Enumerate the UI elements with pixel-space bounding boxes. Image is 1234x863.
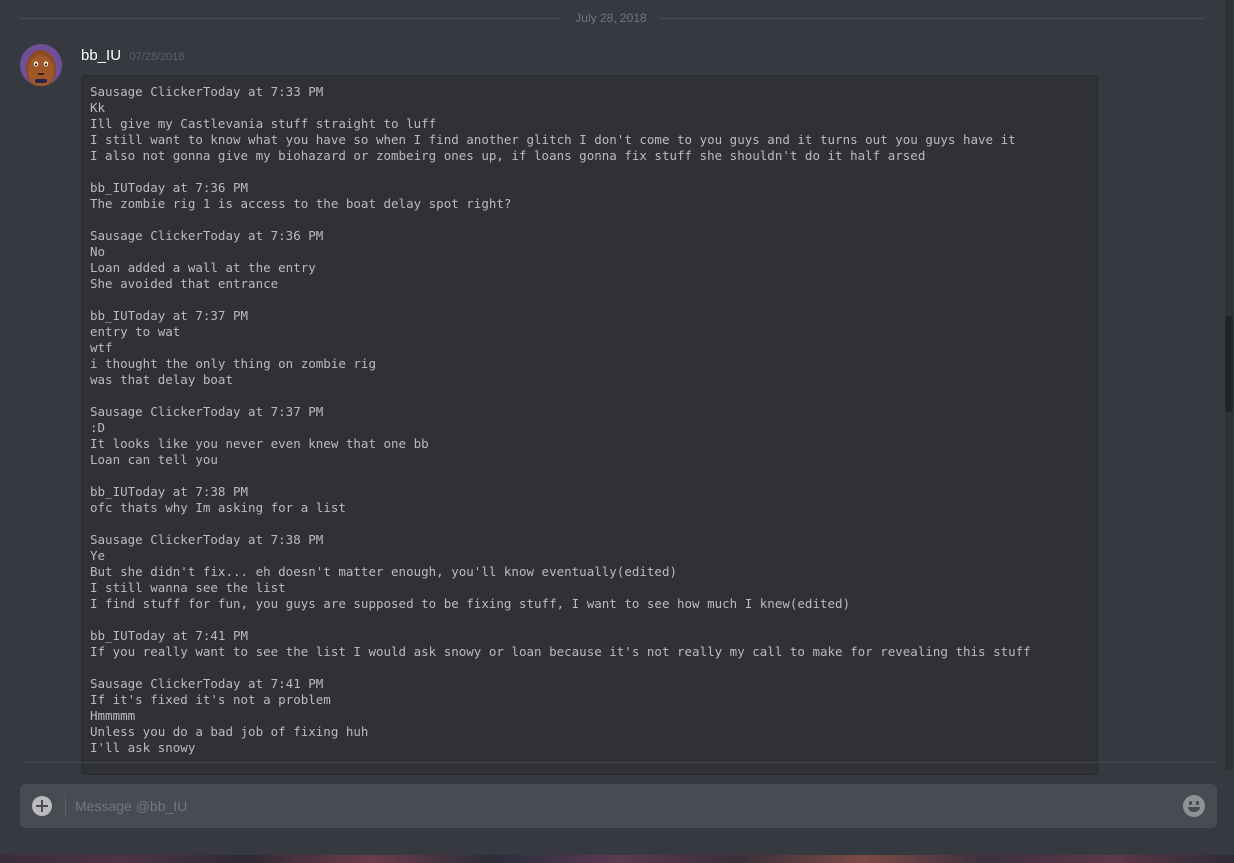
- code-line: She avoided that entrance: [90, 276, 279, 291]
- code-line: Kk: [90, 100, 106, 115]
- author-name[interactable]: bb_IU: [81, 47, 121, 64]
- code-block: Sausage ClickerToday at 7:33 PM Kk Ill giv…: [81, 75, 1098, 775]
- plus-circle-icon[interactable]: [32, 796, 52, 816]
- code-line: I still want to know what you have so wh…: [90, 132, 1016, 147]
- code-line: Sausage ClickerToday at 7:33 PM: [90, 84, 324, 99]
- code-line: Sausage ClickerToday at 7:38 PM: [90, 532, 324, 547]
- compose-separator: [65, 794, 66, 818]
- emoji-eye-right: [1196, 801, 1199, 805]
- code-line: Ye: [90, 548, 106, 563]
- code-line: I find stuff for fun, you guys are suppo…: [90, 596, 851, 611]
- code-line: No: [90, 244, 106, 259]
- code-line: Sausage ClickerToday at 7:36 PM: [90, 228, 324, 243]
- code-line: Unless you do a bad job of fixing huh: [90, 724, 369, 739]
- code-line: If you really want to see the list I wou…: [90, 644, 1031, 659]
- avatar-image: [20, 44, 62, 86]
- code-line: Sausage ClickerToday at 7:41 PM: [90, 676, 324, 691]
- avatar[interactable]: [20, 44, 62, 86]
- code-line: If it's fixed it's not a problem: [90, 692, 331, 707]
- divider-line-left: [20, 18, 562, 19]
- code-line: I still wanna see the list: [90, 580, 286, 595]
- code-line: Loan can tell you: [90, 452, 218, 467]
- code-line: ofc thats why Im asking for a list: [90, 500, 346, 515]
- code-line: Loan added a wall at the entry: [90, 260, 316, 275]
- code-line: bb_IUToday at 7:36 PM: [90, 180, 249, 195]
- chat-window: July 28, 2018 bb_IU 07/28/2018 Sausage C…: [0, 0, 1234, 863]
- code-line: bb_IUToday at 7:37 PM: [90, 308, 249, 323]
- code-line: Ill give my Castlevania stuff straight t…: [90, 116, 437, 131]
- code-line: wtf: [90, 340, 113, 355]
- code-line: entry to wat: [90, 324, 181, 339]
- code-line: I'll ask snowy: [90, 740, 196, 755]
- code-line: bb_IUToday at 7:38 PM: [90, 484, 249, 499]
- code-line: was that delay boat: [90, 372, 233, 387]
- code-line: I also not gonna give my biohazard or zo…: [90, 148, 926, 163]
- date-divider-text: July 28, 2018: [575, 11, 647, 25]
- code-line: i thought the only thing on zombie rig: [90, 356, 376, 371]
- scrollbar-thumb[interactable]: [1225, 316, 1233, 412]
- code-line: But she didn't fix... eh doesn't matter …: [90, 564, 677, 579]
- smiley-face-icon[interactable]: [1183, 795, 1205, 817]
- emoji-mouth: [1188, 807, 1200, 812]
- code-line: The zombie rig 1 is access to the boat d…: [90, 196, 512, 211]
- code-line: :D: [90, 420, 106, 435]
- message-header: bb_IU 07/28/2018: [81, 46, 185, 66]
- message-timestamp: 07/28/2018: [129, 51, 185, 63]
- code-line: Hmmmmm: [90, 708, 136, 723]
- compose-divider: [20, 762, 1216, 763]
- background-artwork: [0, 855, 1234, 863]
- message-input[interactable]: [75, 784, 1165, 828]
- code-line: bb_IUToday at 7:41 PM: [90, 628, 249, 643]
- message-compose-bar: [20, 784, 1217, 828]
- code-line: Sausage ClickerToday at 7:37 PM: [90, 404, 324, 419]
- code-line: It looks like you never even knew that o…: [90, 436, 429, 451]
- date-divider: July 28, 2018: [20, 10, 1204, 26]
- emoji-eye-left: [1189, 801, 1192, 805]
- divider-line-right: [660, 18, 1204, 19]
